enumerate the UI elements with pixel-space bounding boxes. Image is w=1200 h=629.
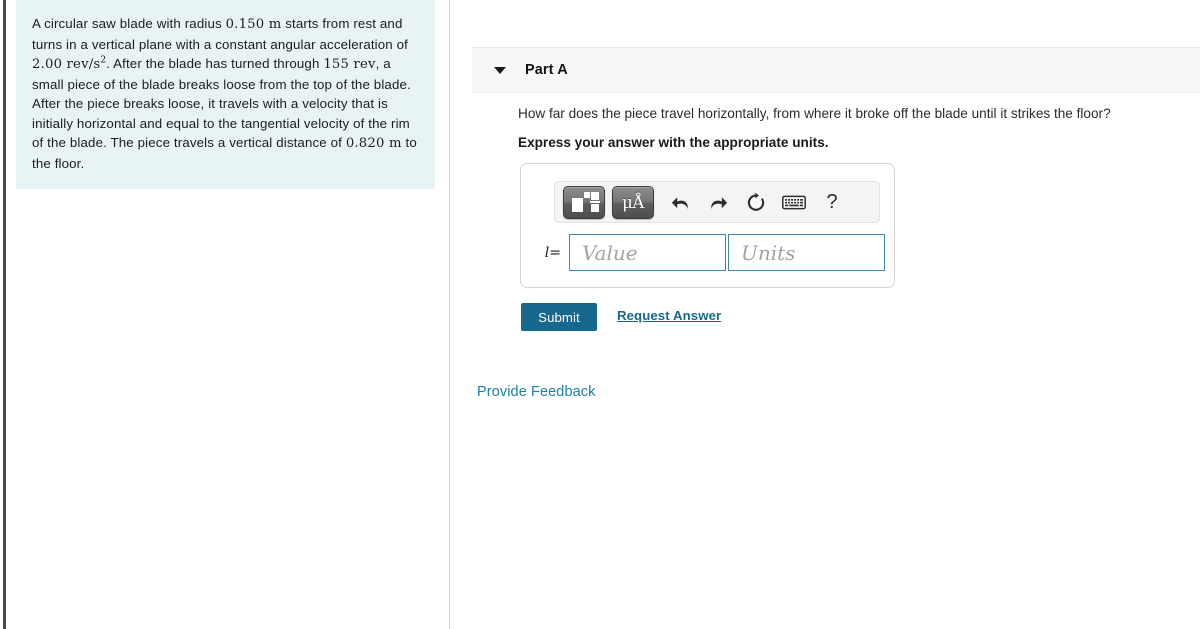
question-instruction: Express your answer with the appropriate…	[518, 135, 829, 150]
units-button[interactable]: μÅ	[612, 185, 654, 219]
micro-angstrom-icon: μÅ	[622, 192, 644, 212]
units-input[interactable]	[728, 234, 885, 271]
redo-arrow-icon	[709, 194, 728, 211]
answer-column: Part A How far does the piece travel hor…	[450, 0, 1200, 629]
part-a-title: Part A	[525, 62, 568, 78]
submit-button[interactable]: Submit	[521, 303, 597, 331]
problem-seg-1: 0.150 m	[225, 17, 282, 32]
answer-input-row: l=	[529, 234, 885, 271]
problem-statement-panel: A circular saw blade with radius 0.150 m…	[16, 0, 435, 189]
refresh-circular-arrow-icon	[746, 192, 766, 213]
problem-seg-3-base: 2.00 rev/s	[32, 57, 101, 72]
redo-button[interactable]	[699, 186, 737, 218]
keyboard-icon	[782, 195, 806, 210]
provide-feedback-link[interactable]: Provide Feedback	[477, 384, 595, 400]
math-toolbar: μÅ ?	[554, 181, 880, 223]
problem-seg-7: 0.820 m	[345, 136, 402, 151]
problem-column: A circular saw blade with radius 0.150 m…	[6, 0, 449, 629]
undo-button[interactable]	[661, 186, 699, 218]
question-text: How far does the piece travel horizontal…	[518, 106, 1111, 121]
problem-seg-3: 2.00 rev/s2	[32, 56, 106, 72]
variable-label: l=	[529, 245, 569, 261]
request-answer-link[interactable]: Request Answer	[617, 308, 721, 323]
problem-seg-0: A circular saw blade with radius	[32, 16, 226, 31]
equals-sign: =	[549, 244, 561, 261]
page-root: A circular saw blade with radius 0.150 m…	[0, 0, 1200, 629]
undo-arrow-icon	[671, 194, 690, 211]
value-input[interactable]	[569, 234, 726, 271]
problem-statement-text: A circular saw blade with radius 0.150 m…	[32, 14, 419, 173]
problem-seg-4: . After the blade has turned through	[106, 56, 324, 71]
math-template-icon	[571, 191, 600, 213]
keyboard-button[interactable]	[775, 186, 813, 218]
question-mark-icon: ?	[826, 190, 838, 213]
problem-seg-5: 155 rev	[323, 57, 376, 72]
answer-input-container: μÅ ? l= Value Units	[520, 163, 895, 288]
reset-button[interactable]	[737, 186, 775, 218]
math-template-button[interactable]	[563, 185, 605, 219]
help-button[interactable]: ?	[813, 186, 851, 218]
caret-down-icon[interactable]	[494, 66, 506, 74]
part-a-header[interactable]: Part A	[472, 47, 1200, 93]
